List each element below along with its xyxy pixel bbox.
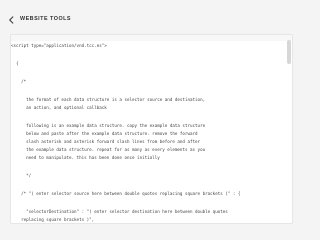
code-line-text: /* <box>11 79 27 84</box>
code-line: */ <box>11 173 292 179</box>
code-line-text: following is an example data structure. … <box>11 123 206 128</box>
code-line-text: the example data structure. repeat for a… <box>11 147 206 152</box>
code-line-text: below and paste after the example data s… <box>11 131 198 136</box>
code-line-text: an action, and optional callback <box>11 105 107 110</box>
code-line-text: the format of each data structure is a s… <box>11 97 206 102</box>
code-line-text: need to manipulate. this has been done o… <box>11 155 160 160</box>
code-line: need to manipulate. this has been done o… <box>11 155 292 161</box>
code-line: slash asterisk and asterisk forward slas… <box>11 139 292 145</box>
code-line: an action, and optional callback <box>11 105 292 111</box>
code-line: following is an example data structure. … <box>11 123 292 129</box>
scroll-thumb[interactable] <box>287 40 291 64</box>
vertical-scrollbar[interactable] <box>287 40 291 224</box>
code-line-text: <script type="application/vnd.tcc.es"> <box>11 43 107 48</box>
code-line-text: replacing square brackets )", <box>11 217 95 222</box>
code-line: { <box>11 61 292 67</box>
code-line-text: "selectorDestination" : ") enter selecto… <box>11 209 228 214</box>
code-line: <script type="application/vnd.tcc.es"> <box>11 43 292 49</box>
code-panel-header <box>11 35 292 41</box>
back-to-website-tools-button[interactable]: WEBSITE TOOLS <box>7 14 71 26</box>
code-line-text: /* ") enter selector source here between… <box>11 191 241 196</box>
code-line: replacing square brackets )", <box>11 217 292 223</box>
code-line-text: { <box>11 61 19 66</box>
chevron-left-icon <box>9 16 14 24</box>
code-line: below and paste after the example data s… <box>11 131 292 137</box>
code-line: the example data structure. repeat for a… <box>11 147 292 153</box>
code-line: /* <box>11 79 292 85</box>
code-line: /* ") enter selector source here between… <box>11 191 292 197</box>
code-line-text: slash asterisk and asterisk forward slas… <box>11 139 201 144</box>
code-panel: <script type="application/vnd.tcc.es"> {… <box>10 34 293 224</box>
code-editor[interactable]: <script type="application/vnd.tcc.es"> {… <box>11 43 292 223</box>
code-line: "selectorDestination" : ") enter selecto… <box>11 209 292 215</box>
back-label: WEBSITE TOOLS <box>20 16 72 23</box>
code-line-text: */ <box>11 173 32 178</box>
code-line: the format of each data structure is a s… <box>11 97 292 103</box>
